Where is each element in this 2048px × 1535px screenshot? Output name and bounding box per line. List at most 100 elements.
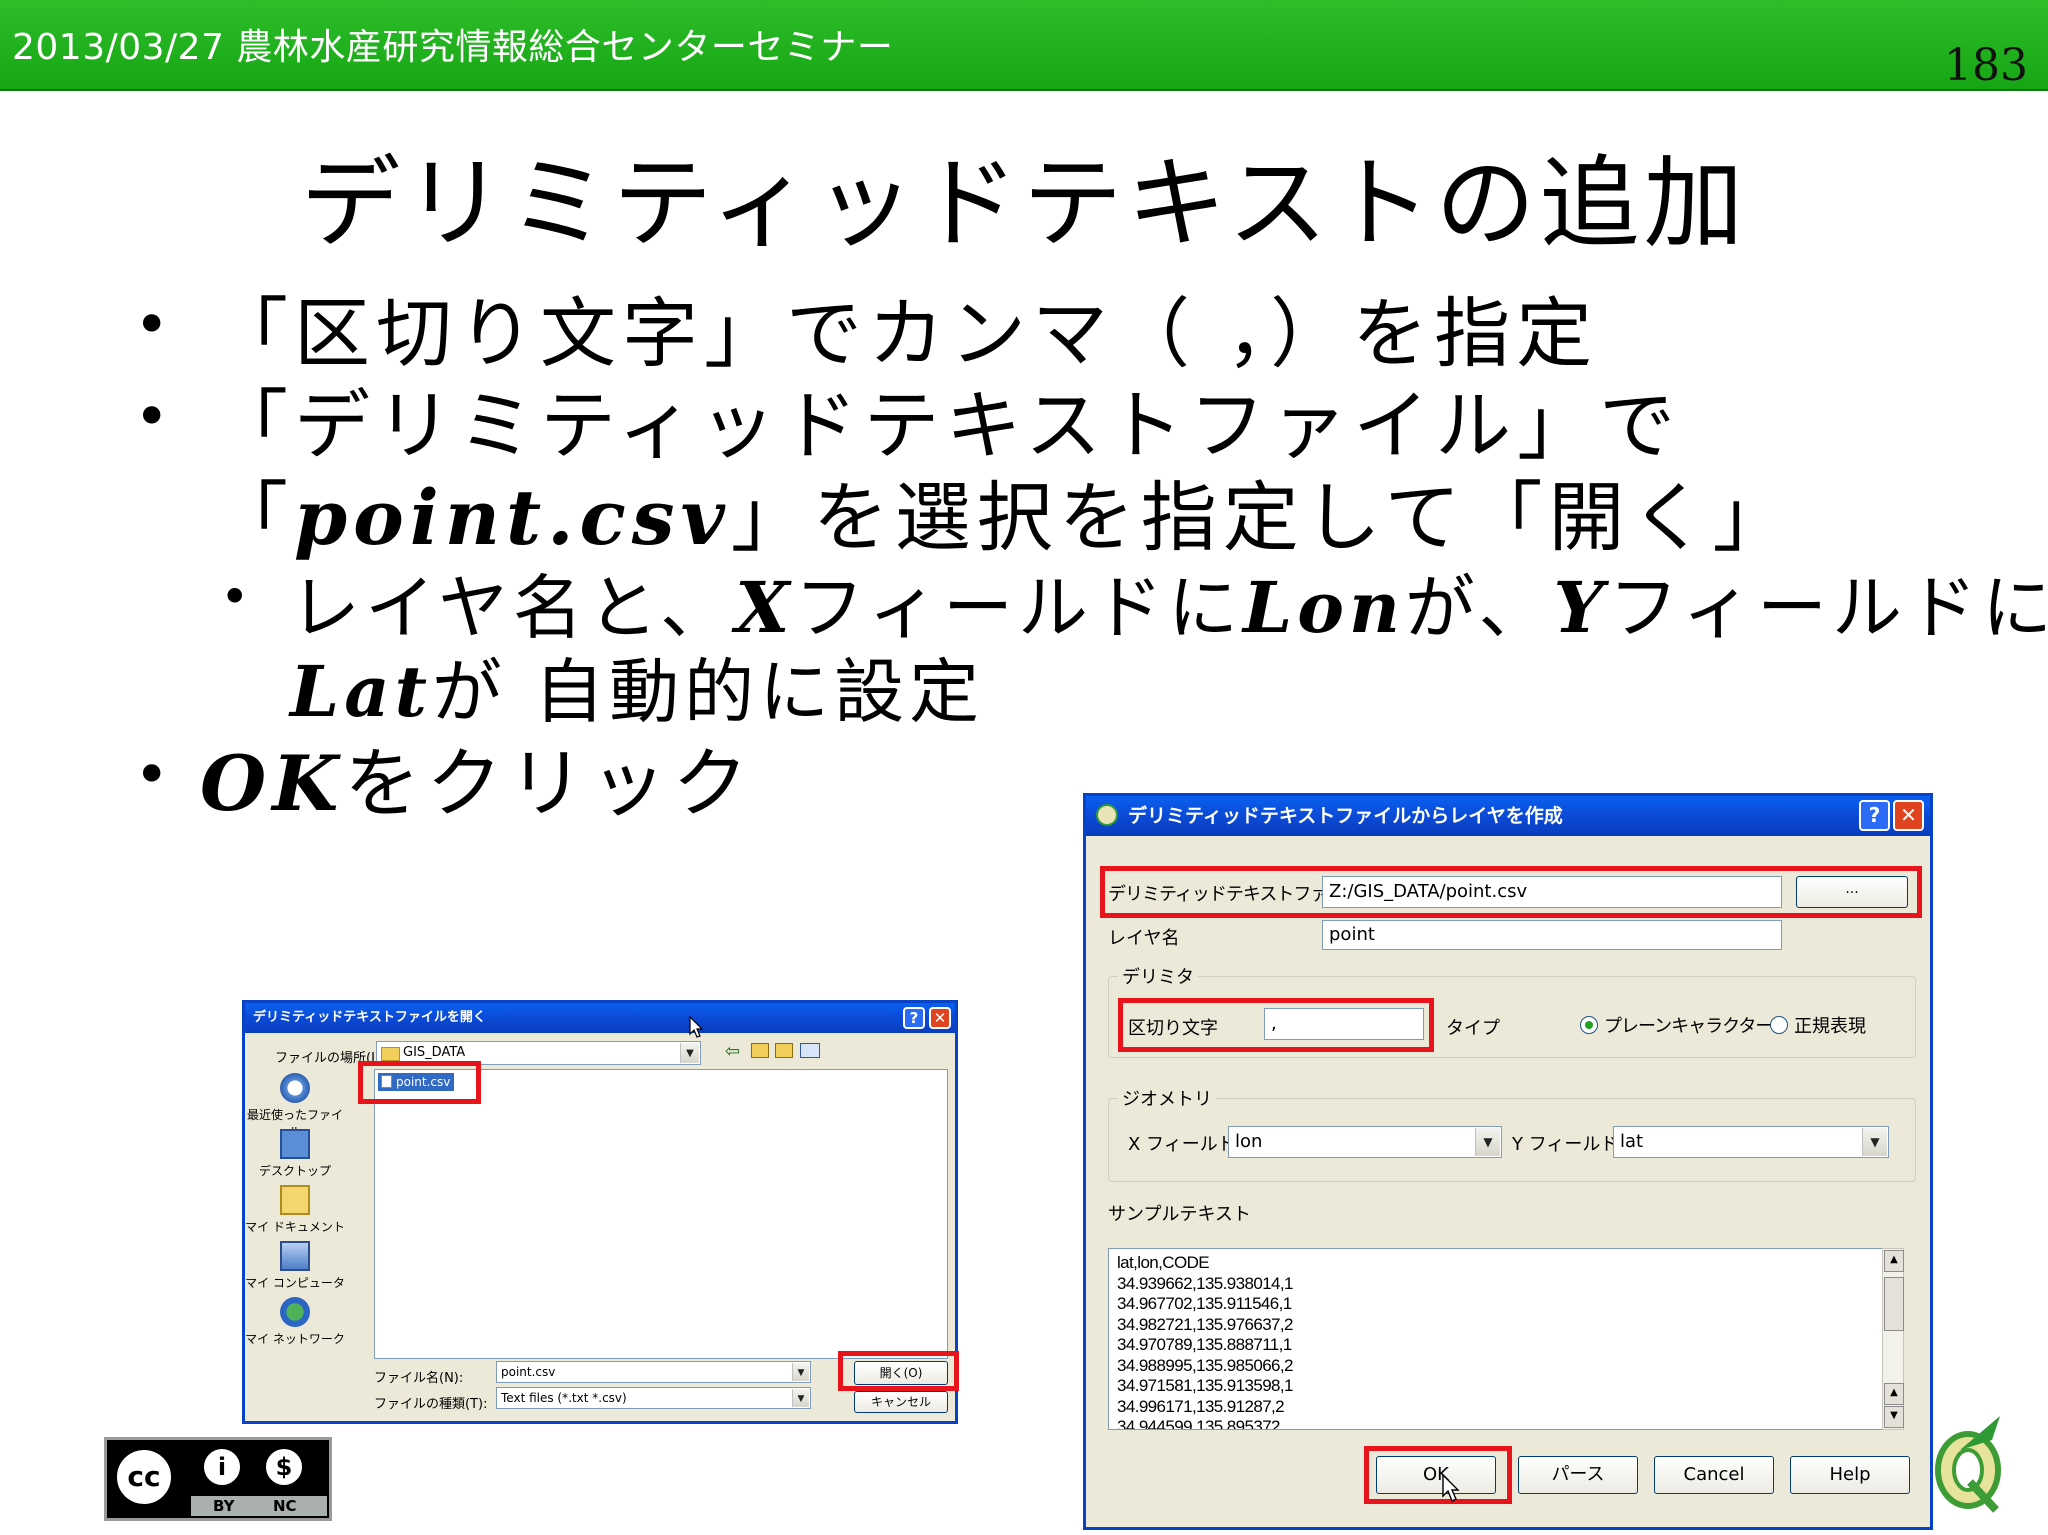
filetype-label: ファイルの種類(T): [374, 1397, 488, 1412]
documents-icon [280, 1185, 310, 1215]
help-icon[interactable]: ? [1859, 800, 1890, 831]
sidebar-label: マイ ネットワーク [245, 1332, 345, 1346]
bullet-2-rest: 」を選択を指定して「開く」 [730, 473, 1795, 562]
help-button[interactable]: Help [1790, 1456, 1910, 1494]
radio-plain[interactable] [1580, 1016, 1598, 1034]
geometry-group-label: ジオメトリ [1118, 1085, 1216, 1111]
close-icon[interactable]: ✕ [1893, 800, 1924, 831]
nc-text: NC [273, 1497, 297, 1515]
sample-line: 34.996171,135.91287,2 [1117, 1396, 1285, 1416]
chevron-down-icon[interactable]: ▼ [792, 1389, 809, 1407]
bullet-3-text-e: が 自動的に設定 [431, 651, 985, 733]
scroll-thumb[interactable] [1884, 1277, 1904, 1331]
sidebar-computer[interactable]: マイ コンピュータ [245, 1241, 345, 1291]
lat-text: Lat [290, 650, 432, 733]
y-field-label: Y フィールド [1512, 1134, 1619, 1155]
sample-line: 34.939662,135.938014,1 [1117, 1273, 1293, 1293]
view-menu-icon[interactable] [800, 1043, 820, 1058]
radio-selected-dot [1585, 1021, 1593, 1029]
bullet-3-text-d: フィールドに [1608, 567, 2048, 649]
sample-text-area[interactable]: lat,lon,CODE 34.939662,135.938014,1 34.9… [1108, 1248, 1894, 1430]
highlight-ok-button [1364, 1446, 1512, 1504]
file-name-text: point.csv [294, 473, 731, 562]
x-field-label: X フィールド [1128, 1134, 1236, 1155]
filetype-value: Text files (*.txt *.csv) [501, 1391, 627, 1405]
bullet-4-rest: をクリック [344, 739, 755, 828]
license-strip: BY NC [191, 1496, 327, 1516]
open-dialog-titlebar: デリミティッドテキストファイルを開く [245, 1003, 955, 1033]
qgis-logo-icon [1935, 1416, 2001, 1513]
back-icon[interactable]: ⇦ [725, 1041, 740, 1062]
close-icon[interactable]: ✕ [929, 1007, 951, 1029]
highlight-delimiter [1118, 998, 1434, 1052]
layer-name-label: レイヤ名 [1108, 928, 1180, 949]
parse-button[interactable]: パース [1518, 1456, 1638, 1494]
bullet-dot: • [134, 382, 170, 452]
attribution-icon: i [201, 1446, 243, 1488]
mouse-cursor-icon [689, 1016, 704, 1038]
radio-regex-label[interactable]: 正規表現 [1794, 1012, 1866, 1038]
create-layer-dialog: デリミティッドテキストファイルからレイヤを作成 ? ✕ デリミティッドテキストフ… [1083, 793, 1933, 1530]
cc-text: cc [127, 1460, 161, 1493]
qgis-icon [1096, 804, 1118, 826]
sidebar-label: デスクトップ [258, 1164, 331, 1178]
scroll-down-icon[interactable]: ▼ [1884, 1406, 1904, 1428]
bracket-open: 「 [212, 473, 294, 562]
filename-input[interactable]: point.csv ▼ [496, 1361, 811, 1383]
bullet-dot: • [134, 290, 170, 360]
slide-title: デリミティッドテキストの追加 [300, 145, 1748, 262]
chevron-down-icon[interactable]: ▼ [680, 1043, 699, 1063]
folder-icon [381, 1047, 400, 1061]
open-file-dialog: デリミティッドテキストファイルを開く ? ✕ ファイルの場所(I): GIS_D… [242, 1000, 959, 1424]
highlight-file-item [358, 1061, 481, 1104]
sample-line: 34.971581,135.913598,1 [1117, 1376, 1293, 1395]
sidebar-desktop[interactable]: デスクトップ [245, 1129, 345, 1179]
y-field-text: Y [1553, 566, 1609, 649]
sample-line: lat,lon,CODE [1117, 1253, 1210, 1272]
sidebar-documents[interactable]: マイ ドキュメント [245, 1185, 345, 1235]
help-icon[interactable]: ? [903, 1007, 925, 1029]
sidebar-network[interactable]: マイ ネットワーク [245, 1297, 345, 1347]
sidebar-label: マイ ドキュメント [245, 1220, 345, 1234]
radio-plain-label[interactable]: プレーンキャラクター [1604, 1012, 1773, 1038]
by-text: BY [213, 1497, 235, 1515]
bullet-3-text-c: が、 [1404, 567, 1554, 649]
header-text: 2013/03/27 農林水産研究情報総合センターセミナー [12, 27, 894, 68]
radio-regex[interactable] [1770, 1016, 1788, 1034]
page-number: 183 [1944, 40, 2028, 91]
location-value: GIS_DATA [403, 1045, 466, 1060]
bullet-dot: • [134, 740, 170, 810]
y-field-value: lat [1620, 1131, 1644, 1152]
sample-text-label: サンプルテキスト [1108, 1204, 1251, 1225]
x-field-combo[interactable]: lon ▼ [1228, 1126, 1502, 1158]
cancel-button[interactable]: Cancel [1654, 1456, 1774, 1494]
recent-icon [280, 1073, 310, 1103]
cancel-button[interactable]: キャンセル [854, 1391, 948, 1413]
sample-line: 34.967702,135.911546,1 [1117, 1294, 1292, 1313]
up-folder-icon[interactable] [751, 1043, 769, 1058]
layer-name-input[interactable]: point [1322, 920, 1782, 950]
sample-line: 34.982721,135.976637,2 [1117, 1314, 1293, 1334]
network-icon [280, 1297, 310, 1327]
new-folder-icon[interactable] [775, 1043, 793, 1058]
delimiter-group-label: デリミタ [1118, 963, 1198, 989]
type-label: タイプ [1446, 1018, 1500, 1039]
computer-icon [280, 1241, 310, 1271]
chevron-down-icon[interactable]: ▼ [792, 1363, 809, 1381]
sub-bullet-dot: • [220, 568, 250, 626]
layer-dialog-titlebar: デリミティッドテキストファイルからレイヤを作成 [1086, 796, 1930, 836]
scroll-up-icon[interactable]: ▲ [1884, 1250, 1904, 1272]
bullet-2-line-2: 「point.csv」を選択を指定して「開く」 [212, 456, 1794, 566]
lon-text: Lon [1243, 566, 1405, 649]
y-field-combo[interactable]: lat ▼ [1613, 1126, 1889, 1158]
cc-logo-icon: cc [113, 1446, 175, 1508]
chevron-down-icon[interactable]: ▼ [1475, 1128, 1500, 1156]
file-list[interactable]: point.csv [374, 1069, 948, 1359]
chevron-down-icon[interactable]: ▼ [1862, 1128, 1887, 1156]
open-dialog-title: デリミティッドテキストファイルを開く [253, 1010, 486, 1025]
sidebar-label: マイ コンピュータ [245, 1276, 345, 1290]
scroll-up-small-icon[interactable]: ▲ [1884, 1383, 1904, 1405]
filename-value: point.csv [501, 1365, 556, 1379]
filetype-select[interactable]: Text files (*.txt *.csv) ▼ [496, 1387, 811, 1409]
sample-scrollbar[interactable]: ▲ ▲ ▼ [1882, 1248, 1904, 1430]
